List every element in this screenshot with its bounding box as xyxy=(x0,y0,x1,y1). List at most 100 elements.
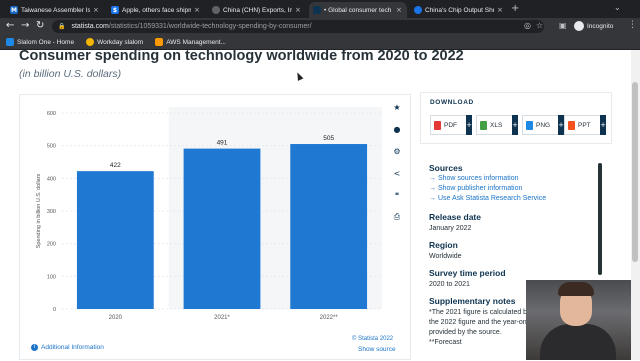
data-label: 422 xyxy=(110,162,121,169)
eye-off-icon[interactable]: ◎ xyxy=(524,21,531,30)
download-png-button[interactable]: PNG xyxy=(522,115,560,135)
link-label: Use Ask Statista Research Service xyxy=(437,195,547,202)
download-xls-button[interactable]: XLS xyxy=(476,115,514,135)
tab-label: China's Chip Output Shri xyxy=(425,6,494,14)
pdf-file-icon xyxy=(434,120,441,130)
tab-label: China (CHN) Exports, Imp xyxy=(223,6,292,14)
menu-icon[interactable]: ⋮ xyxy=(628,20,637,30)
show-source-link[interactable]: Show source xyxy=(358,346,396,353)
research-service-link[interactable]: → Use Ask Statista Research Service xyxy=(429,195,546,202)
note-line: the 2022 figure and the year-on xyxy=(429,319,527,326)
x-tick-label: 2022** xyxy=(320,315,339,321)
region-heading: Region xyxy=(429,240,458,250)
y-tick-label: 400 xyxy=(47,176,56,182)
forward-icon[interactable]: → xyxy=(21,20,29,32)
quote-icon[interactable]: ❝ xyxy=(386,184,408,206)
browser-tab-active[interactable]: • Global consumer tech s × xyxy=(309,2,407,18)
tab-favicon-icon: $ xyxy=(111,6,119,14)
new-tab-button[interactable]: + xyxy=(511,3,519,14)
bookmark-item[interactable]: Workday slalom xyxy=(86,38,143,46)
bookmark-item[interactable]: Slalom One - Home xyxy=(6,38,74,46)
close-icon[interactable]: × xyxy=(93,6,100,14)
url-host: statista.com xyxy=(71,23,109,30)
ppt-file-icon xyxy=(568,120,575,130)
download-pdf-button[interactable]: PDF xyxy=(430,115,468,135)
release-date-heading: Release date xyxy=(429,212,481,222)
note-line: *The 2021 figure is calculated by xyxy=(429,309,531,316)
y-tick-label: 500 xyxy=(47,144,56,150)
format-label: PDF xyxy=(444,121,457,129)
bar xyxy=(76,171,154,309)
y-tick-label: 300 xyxy=(47,209,56,215)
star-icon[interactable]: ☆ xyxy=(536,21,543,30)
format-label: PNG xyxy=(536,121,551,129)
ppt-plus-button[interactable]: + xyxy=(600,115,606,135)
survey-period-heading: Survey time period xyxy=(429,268,506,278)
png-file-icon xyxy=(526,120,533,130)
close-icon[interactable]: × xyxy=(396,6,403,14)
data-label: 505 xyxy=(323,135,334,142)
download-box: DOWNLOAD PDF + XLS + PNG + PPT + xyxy=(420,92,612,144)
star-icon[interactable]: ★ xyxy=(386,96,408,118)
bar xyxy=(290,144,368,309)
bell-icon[interactable]: ● xyxy=(386,118,408,140)
browser-tab[interactable]: M Taiwanese Assembler Is P × xyxy=(6,2,104,18)
tab-label: Apple, others face shipme xyxy=(122,6,191,14)
presenter-body xyxy=(540,324,616,360)
note-line: **Forecast xyxy=(429,339,462,346)
bar-chart: 0 100 200 300 400 500 600 Spending in billion U… xyxy=(36,107,382,321)
close-icon[interactable]: × xyxy=(295,6,302,14)
download-ppt-button[interactable]: PPT xyxy=(564,115,602,135)
note-line: provided by the source. xyxy=(429,329,502,336)
download-title: DOWNLOAD xyxy=(430,99,474,106)
print-icon[interactable]: ⎙ xyxy=(386,206,408,228)
bookmark-icon xyxy=(155,38,164,46)
profile-button[interactable]: Incognito xyxy=(574,21,613,31)
scrollbar-thumb[interactable] xyxy=(632,82,638,262)
close-icon[interactable]: × xyxy=(194,6,201,14)
browser-tab[interactable]: China's Chip Output Shri × xyxy=(410,2,508,18)
reload-icon[interactable]: ↻ xyxy=(36,20,44,32)
page-subtitle: (in billion U.S. dollars) xyxy=(19,68,122,80)
panel-scrollbar[interactable] xyxy=(598,163,602,275)
incognito-icon xyxy=(574,21,584,31)
y-tick-label: 0 xyxy=(53,307,56,313)
gear-icon[interactable]: ⚙ xyxy=(386,140,408,162)
additional-info-link[interactable]: i Additional Information xyxy=(31,344,104,351)
lock-icon: 🔒 xyxy=(58,23,66,30)
x-tick-label: 2020 xyxy=(109,315,123,321)
additional-info-label: Additional Information xyxy=(41,344,104,351)
bar xyxy=(183,148,261,309)
pdf-plus-button[interactable]: + xyxy=(466,115,472,135)
share-icon[interactable]: < xyxy=(386,162,408,184)
tab-favicon-icon: M xyxy=(10,6,18,14)
link-label: Show publisher information xyxy=(437,185,523,192)
tab-search-icon[interactable]: ⌄ xyxy=(614,3,621,12)
back-icon[interactable]: ← xyxy=(6,20,14,32)
notes-heading: Supplementary notes xyxy=(429,296,516,306)
sidebar-icon[interactable]: ▣ xyxy=(559,21,567,30)
address-bar[interactable]: 🔒 statista.com /statistics/1059331/world… xyxy=(52,20,544,33)
x-tick-label: 2021* xyxy=(214,315,230,321)
browser-toolbar: ← → ↻ 🔒 statista.com /statistics/1059331… xyxy=(0,18,640,35)
tab-label: • Global consumer tech s xyxy=(324,6,393,14)
browser-tab[interactable]: $ Apple, others face shipme × xyxy=(107,2,205,18)
link-label: Show sources information xyxy=(437,175,519,182)
y-tick-label: 100 xyxy=(47,274,56,280)
sources-heading: Sources xyxy=(429,163,463,173)
sources-link[interactable]: → Show sources information xyxy=(429,175,519,182)
webcam-overlay xyxy=(526,280,631,360)
tab-label: Taiwanese Assembler Is P xyxy=(21,6,90,14)
statista-credit[interactable]: © Statista 2022 xyxy=(352,336,393,342)
tab-favicon-icon xyxy=(212,6,220,14)
browser-tab[interactable]: China (CHN) Exports, Imp × xyxy=(208,2,306,18)
profile-label: Incognito xyxy=(587,22,614,30)
xls-plus-button[interactable]: + xyxy=(512,115,518,135)
y-axis-label: Spending in billion U.S. dollars xyxy=(36,173,42,248)
bookmark-item[interactable]: AWS Management... xyxy=(155,38,226,46)
close-icon[interactable]: × xyxy=(497,6,504,14)
data-label: 491 xyxy=(217,140,228,147)
bookmark-label: Slalom One - Home xyxy=(17,38,75,46)
presenter-hair xyxy=(558,282,594,296)
publisher-link[interactable]: → Show publisher information xyxy=(429,185,522,192)
